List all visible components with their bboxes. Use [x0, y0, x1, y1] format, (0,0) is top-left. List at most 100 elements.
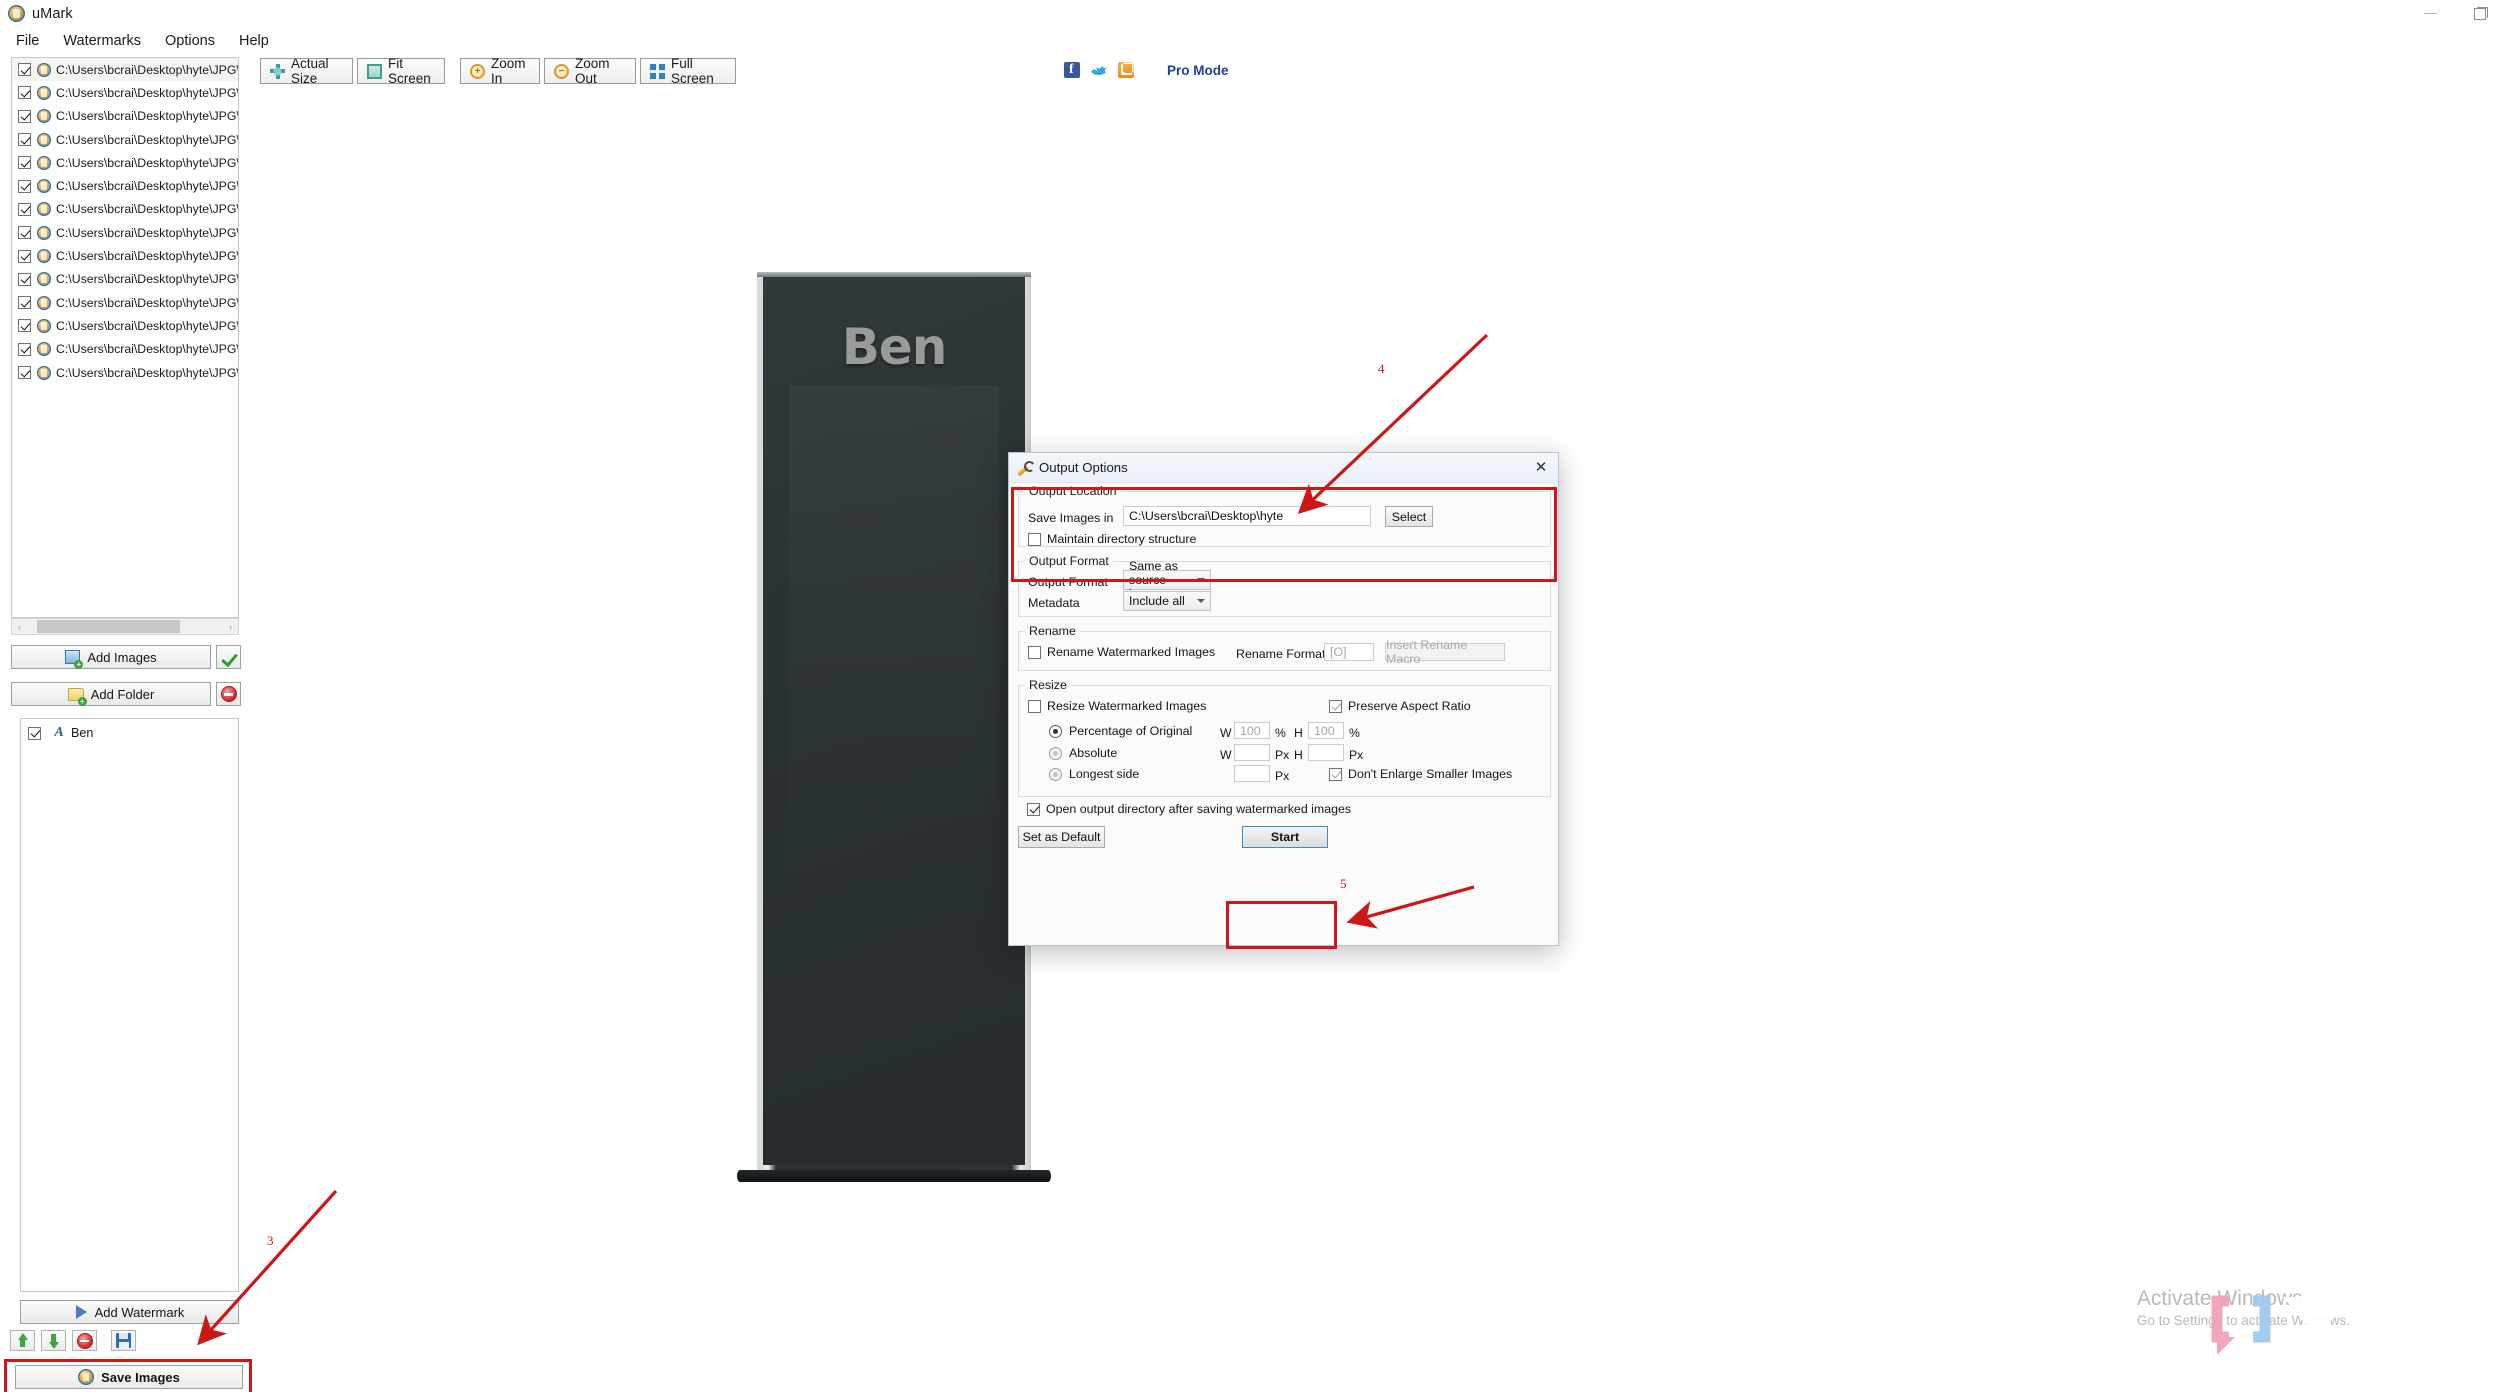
full-screen-button[interactable]: Full Screen	[640, 56, 736, 86]
rss-icon[interactable]	[1118, 62, 1134, 78]
percentage-w-input[interactable]: 100	[1234, 722, 1270, 739]
add-folder-button[interactable]: Add Folder	[11, 682, 211, 706]
image-file-icon	[37, 225, 51, 240]
file-item-checkbox[interactable]	[18, 156, 31, 170]
remove-watermark-button[interactable]	[72, 1330, 97, 1351]
file-list-hscrollbar[interactable]: ‹ ›	[11, 618, 239, 635]
absolute-w-input[interactable]	[1234, 744, 1270, 761]
absolute-radio-dot[interactable]	[1049, 746, 1062, 760]
file-item-checkbox[interactable]	[18, 202, 31, 216]
minimize-button[interactable]	[2405, 0, 2455, 27]
remove-all-button[interactable]	[216, 682, 241, 706]
file-list[interactable]: C:\Users\bcrai\Desktop\hyte\JPG\ C:\Users…	[11, 57, 239, 618]
file-item-checkbox[interactable]	[18, 296, 31, 310]
absolute-h-input[interactable]	[1308, 744, 1344, 761]
file-list-item[interactable]: C:\Users\bcrai\Desktop\hyte\JPG\	[12, 81, 238, 104]
absolute-radio[interactable]: Absolute	[1049, 746, 1117, 760]
actual-size-button[interactable]: Actual Size	[260, 56, 353, 86]
file-list-item[interactable]: C:\Users\bcrai\Desktop\hyte\JPG\	[12, 105, 238, 128]
rename-format-input[interactable]: [O]	[1324, 643, 1374, 661]
watermark-item-checkbox[interactable]	[28, 726, 41, 740]
file-list-item[interactable]: C:\Users\bcrai\Desktop\hyte\JPG\	[12, 174, 238, 197]
preserve-aspect-box[interactable]	[1329, 699, 1342, 713]
file-list-item[interactable]: C:\Users\bcrai\Desktop\hyte\JPG\	[12, 151, 238, 174]
image-file-icon	[37, 318, 51, 333]
menu-options[interactable]: Options	[154, 30, 226, 52]
output-format-select[interactable]: Same as source image	[1123, 559, 1211, 601]
dont-enlarge-box[interactable]	[1329, 767, 1342, 781]
longest-side-radio[interactable]: Longest side	[1049, 767, 1139, 781]
percentage-radio-dot[interactable]	[1049, 724, 1062, 738]
add-watermark-button[interactable]: Add Watermark	[20, 1300, 239, 1324]
check-all-button[interactable]	[216, 645, 241, 669]
file-list-item[interactable]: C:\Users\bcrai\Desktop\hyte\JPG\	[12, 314, 238, 337]
output-path-input[interactable]: C:\Users\bcrai\Desktop\hyte	[1123, 506, 1371, 526]
start-button[interactable]: Start	[1242, 826, 1328, 848]
file-item-checkbox[interactable]	[18, 63, 31, 77]
file-item-checkbox[interactable]	[18, 226, 31, 240]
image-preview[interactable]: Ben	[737, 272, 1051, 1184]
rename-watermarked-checkbox[interactable]: Rename Watermarked Images	[1028, 645, 1215, 659]
zoom-out-button[interactable]: Zoom Out	[544, 56, 636, 86]
file-list-item[interactable]: C:\Users\bcrai\Desktop\hyte\JPG\	[12, 338, 238, 361]
rename-checkbox-box[interactable]	[1028, 645, 1041, 659]
watermark-list[interactable]: A Ben	[20, 718, 239, 1292]
file-list-item[interactable]: C:\Users\bcrai\Desktop\hyte\JPG\	[12, 128, 238, 151]
file-item-path: C:\Users\bcrai\Desktop\hyte\JPG\	[56, 318, 239, 333]
maintain-structure-box[interactable]	[1028, 532, 1041, 546]
file-item-checkbox[interactable]	[18, 109, 31, 123]
menu-file[interactable]: File	[5, 30, 50, 52]
save-preset-button[interactable]	[111, 1330, 136, 1351]
resize-watermarked-checkbox[interactable]: Resize Watermarked Images	[1028, 699, 1206, 713]
file-item-checkbox[interactable]	[18, 366, 31, 379]
pro-mode-link[interactable]: Pro Mode	[1167, 63, 1229, 78]
metadata-select[interactable]: Include all	[1123, 591, 1211, 611]
menu-watermarks[interactable]: Watermarks	[52, 30, 152, 52]
preserve-aspect-ratio-checkbox[interactable]: Preserve Aspect Ratio	[1329, 699, 1471, 713]
add-images-button[interactable]: Add Images	[11, 645, 211, 669]
percentage-h-input[interactable]: 100	[1308, 722, 1344, 739]
insert-rename-macro-button[interactable]: Insert Rename Macro	[1385, 638, 1505, 666]
file-list-item[interactable]: C:\Users\bcrai\Desktop\hyte\JPG\	[12, 221, 238, 244]
resize-checkbox-box[interactable]	[1028, 699, 1041, 713]
percentage-of-original-radio[interactable]: Percentage of Original	[1049, 724, 1192, 738]
file-item-checkbox[interactable]	[18, 319, 31, 333]
scroll-right-arrow[interactable]: ›	[223, 622, 238, 632]
open-output-directory-checkbox[interactable]: Open output directory after saving water…	[1027, 802, 1351, 816]
restore-window-button[interactable]	[2455, 0, 2505, 27]
file-list-item[interactable]: C:\Users\bcrai\Desktop\hyte\JPG\	[12, 58, 238, 82]
move-up-button[interactable]	[10, 1330, 35, 1351]
file-list-item[interactable]: C:\Users\bcrai\Desktop\hyte\JPG\	[12, 268, 238, 291]
close-icon[interactable]: ✕	[1528, 456, 1554, 478]
file-list-item[interactable]: C:\Users\bcrai\Desktop\hyte\JPG\	[12, 291, 238, 314]
file-item-checkbox[interactable]	[18, 179, 31, 193]
file-item-checkbox[interactable]	[18, 133, 31, 147]
zoom-in-button[interactable]: Zoom In	[460, 56, 540, 86]
save-images-button[interactable]: Save Images	[15, 1365, 243, 1389]
maintain-directory-structure-checkbox[interactable]: Maintain directory structure	[1028, 532, 1196, 546]
watermark-list-item[interactable]: A Ben	[21, 722, 238, 744]
file-item-checkbox[interactable]	[18, 272, 31, 286]
scroll-thumb[interactable]	[37, 620, 180, 633]
dont-enlarge-checkbox[interactable]: Don't Enlarge Smaller Images	[1329, 767, 1512, 781]
file-list-item[interactable]: C:\Users\bcrai\Desktop\hyte\JPG\	[12, 361, 238, 384]
file-list-item[interactable]: C:\Users\bcrai\Desktop\hyte\JPG\	[12, 198, 238, 221]
file-item-checkbox[interactable]	[18, 249, 31, 263]
move-down-button[interactable]	[41, 1330, 66, 1351]
set-as-default-button[interactable]: Set as Default	[1018, 826, 1105, 848]
output-options-dialog[interactable]: Output Options ✕ Output Location Save Im…	[1008, 452, 1559, 946]
fit-screen-button[interactable]: Fit Screen	[357, 56, 445, 86]
twitter-icon[interactable]	[1091, 62, 1107, 78]
open-output-box[interactable]	[1027, 802, 1040, 816]
file-list-item[interactable]: C:\Users\bcrai\Desktop\hyte\JPG\	[12, 244, 238, 267]
file-item-checkbox[interactable]	[18, 342, 31, 356]
file-item-checkbox[interactable]	[18, 86, 31, 100]
longest-side-radio-dot[interactable]	[1049, 767, 1062, 781]
longest-side-input[interactable]	[1234, 765, 1270, 782]
select-folder-button[interactable]: Select	[1385, 506, 1433, 527]
menu-help[interactable]: Help	[228, 30, 280, 52]
scroll-left-arrow[interactable]: ‹	[12, 622, 27, 632]
facebook-icon[interactable]	[1064, 62, 1080, 78]
scroll-track[interactable]	[27, 619, 223, 634]
full-screen-icon	[650, 63, 665, 79]
